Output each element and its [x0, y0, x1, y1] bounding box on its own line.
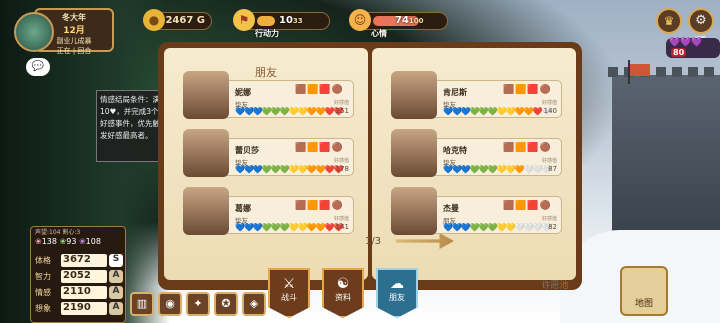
chat-icon[interactable]: 💬: [26, 58, 50, 76]
friend-name: 肯尼斯: [443, 88, 467, 97]
gear-icon[interactable]: ⚙: [688, 8, 714, 34]
friend-portrait: [183, 129, 229, 177]
friend-score: 好感值 251: [333, 100, 349, 115]
gold-counter: ● 2467 G: [143, 9, 212, 31]
book-left-page: 朋友 妮娜 挚友 🟫🟧🟥🟤 💙💙💙💚💚💚💛💛🧡🧡❤️❤️ 好感值 251 蕾贝莎 挚友 🟫🟧🟥🟤…: [164, 48, 368, 280]
affection-count: 80: [671, 48, 687, 57]
friend-portrait: [391, 129, 437, 177]
affinity-counts: ❀138 ❀93 ❀108: [35, 237, 101, 246]
stat-row[interactable]: 想象 2190 A: [35, 302, 123, 317]
action-points-bar: [257, 16, 275, 26]
wishing-well-button[interactable]: 许愿池: [534, 278, 576, 291]
badge-icon[interactable]: ✪: [214, 292, 238, 316]
chart-icon[interactable]: ▥: [130, 292, 154, 316]
stats-header: 声望:104 割心:3: [35, 229, 81, 236]
friend-card[interactable]: 妮娜 挚友 🟫🟧🟥🟤 💙💙💙💚💚💚💛💛🧡🧡❤️❤️ 好感值 251: [183, 71, 354, 119]
stat-row[interactable]: 体格 3672 S: [35, 254, 123, 269]
friend-name: 葛娜: [235, 204, 251, 213]
card-icon[interactable]: ◈: [242, 292, 266, 316]
book-right-page: 肯尼斯 挚友 🟫🟧🟥🟤 💙💙💙💚💚💚💛💛🧡🧡❤️🤍 好感值 140 哈克特 挚友 🟫🟧🟥🟤 💙💙💙…: [372, 48, 576, 280]
friend-gift-icons: 🟫🟧🟥🟤: [503, 85, 552, 95]
coin-icon: ●: [143, 9, 165, 31]
season-line4: 正在 | 回合: [56, 47, 92, 55]
mood-label: 心情: [371, 29, 387, 38]
friend-name: 蕾贝莎: [235, 146, 259, 155]
castle-backdrop: [608, 67, 720, 235]
friend-hearts: 💙💙💙💚💚💚💛💛🧡🧡❤️❤️: [235, 223, 344, 232]
friend-hearts: 💙💙💙💚💚💚💛💛🧡🧡❤️❤️: [235, 107, 344, 116]
friend-card[interactable]: 哈克特 挚友 🟫🟧🟥🟤 💙💙💙💚💚💚💛💛🧡🤍🤍🤍 好感值 87: [391, 129, 562, 177]
season-emblem-icon: [14, 12, 54, 52]
friend-card[interactable]: 杰曼 朋友 🟫🟧🟥🟤 💙💙💙💚💚💚💛💛🤍🤍🤍🤍 好感值 82: [391, 187, 562, 235]
mood-meter: ☺ 74100 心情: [349, 9, 448, 38]
friend-score: 好感值 82: [541, 216, 557, 231]
stat-row[interactable]: 智力 2052 A: [35, 270, 123, 285]
friend-gift-icons: 🟫🟧🟥🟤: [503, 201, 552, 211]
friend-card[interactable]: 蕾贝莎 挚友 🟫🟧🟥🟤 💙💙💙💚💚💚💛💛🧡🧡❤️❤️ 好感值 178: [183, 129, 354, 177]
stats-panel: 声望:104 割心:3 ❀138 ❀93 ❀108 体格 3672 S 智力 2052…: [30, 226, 126, 323]
friend-name: 妮娜: [235, 88, 251, 97]
friend-hearts: 💙💙💙💚💚💚💛💛🧡🤍🤍🤍: [443, 165, 552, 174]
trophy-icon[interactable]: ♛: [656, 8, 682, 34]
mood-value: 74100: [395, 15, 424, 26]
friend-gift-icons: 🟫🟧🟥🟤: [295, 143, 344, 153]
friend-score: 好感值 178: [333, 158, 349, 173]
smile-icon: ☺: [349, 9, 371, 31]
star-icon[interactable]: ✦: [186, 292, 210, 316]
friend-gift-icons: 🟫🟧🟥🟤: [503, 143, 552, 153]
friend-name: 杰曼: [443, 204, 459, 213]
friend-name: 哈克特: [443, 146, 467, 155]
friend-hearts: 💙💙💙💚💚💚💛💛🧡🧡❤️❤️: [235, 165, 344, 174]
friend-score: 好感值 140: [541, 100, 557, 115]
friend-score: 好感值 141: [333, 216, 349, 231]
friend-hearts: 💙💙💙💚💚💚💛💛🤍🤍🤍🤍: [443, 223, 552, 232]
bag-icon[interactable]: ◉: [158, 292, 182, 316]
gold-value: 2467: [165, 15, 194, 26]
friend-portrait: [183, 71, 229, 119]
castle-flag: [630, 64, 650, 76]
action-points-label: 行动力: [255, 29, 279, 38]
friend-portrait: [391, 71, 437, 119]
map-button[interactable]: 地图: [620, 266, 668, 316]
affection-hearts: 💜💜💜80: [666, 38, 720, 58]
friend-card[interactable]: 肯尼斯 挚友 🟫🟧🟥🟤 💙💙💙💚💚💚💛💛🧡🧡❤️🤍 好感值 140: [391, 71, 562, 119]
friend-portrait: [183, 187, 229, 235]
friend-score: 好感值 87: [541, 158, 557, 173]
friend-gift-icons: 🟫🟧🟥🟤: [295, 201, 344, 211]
stat-row[interactable]: 情感 2110 A: [35, 286, 123, 301]
friend-portrait: [391, 187, 437, 235]
page-indicator: 1/3: [365, 236, 382, 247]
season-panel[interactable]: 冬大年 12月 副业儿成暴 正在 | 回合: [14, 8, 114, 55]
action-points: ⚑ 1033 行动力: [233, 9, 330, 38]
friend-gift-icons: 🟫🟧🟥🟤: [295, 85, 344, 95]
flag-icon: ⚑: [233, 9, 255, 31]
gold-unit: G: [196, 15, 205, 26]
friend-hearts: 💙💙💙💚💚💚💛💛🧡🧡❤️🤍: [443, 107, 552, 116]
friend-card[interactable]: 葛娜 挚友 🟫🟧🟥🟤 💙💙💙💚💚💚💛💛🧡🧡❤️❤️ 好感值 141: [183, 187, 354, 235]
action-points-value: 1033: [279, 15, 303, 26]
friends-book: 朋友 妮娜 挚友 🟫🟧🟥🟤 💙💙💙💚💚💚💛💛🧡🧡❤️❤️ 好感值 251 蕾贝莎 挚友 🟫🟧🟥🟤…: [158, 42, 582, 290]
